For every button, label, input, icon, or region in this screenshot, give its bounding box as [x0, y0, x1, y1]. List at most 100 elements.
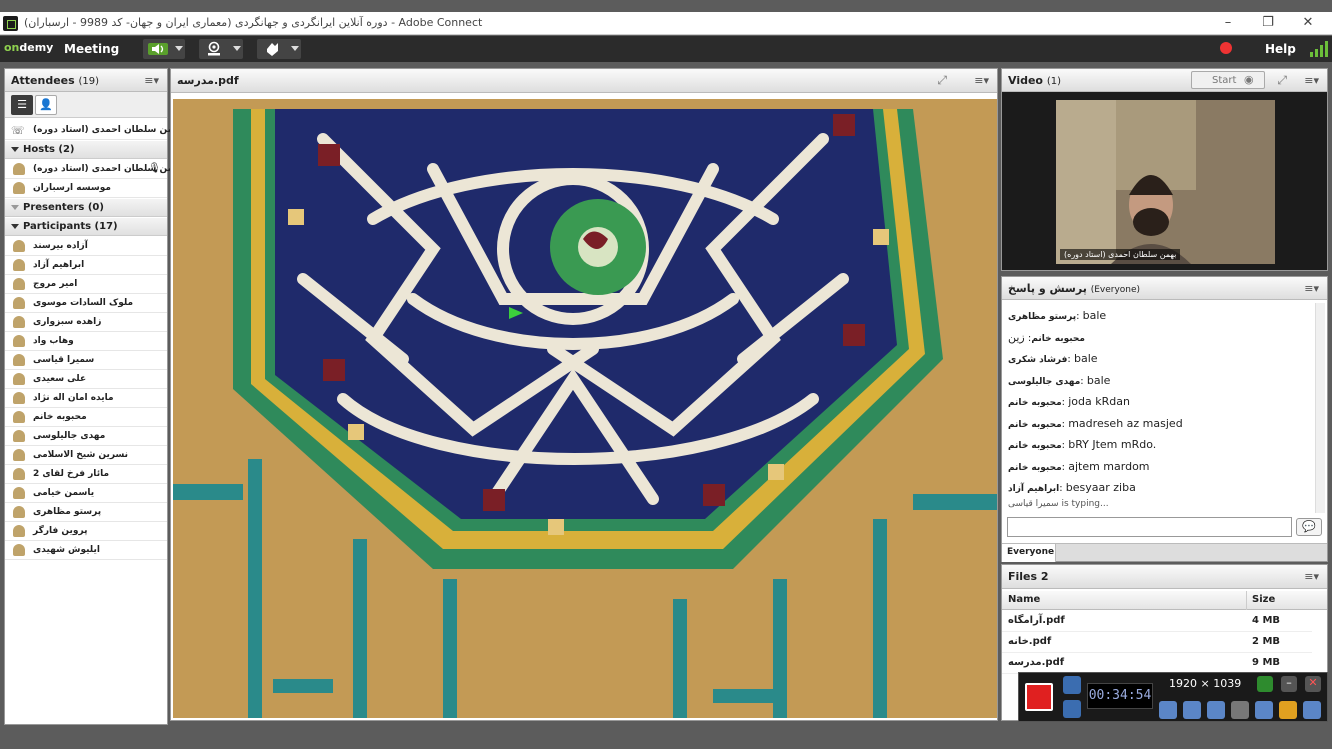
system-audio-icon[interactable]: [1159, 701, 1177, 719]
hosts-group[interactable]: Hosts (2): [5, 141, 167, 159]
participant-row[interactable]: وهاب واد: [5, 332, 167, 351]
chat-message: محبوبه خانم: ajtem mardom: [1008, 459, 1150, 473]
video-pod: Video (1) Start ◉ ⤢ ≡▾ بهمن سلطان احمدی …: [1001, 68, 1328, 271]
participant-row[interactable]: زاهده سبزواری: [5, 313, 167, 332]
chat-sender: پرستو مظاهری: [1008, 312, 1077, 322]
presenters-group[interactable]: Presenters (0): [5, 199, 167, 217]
participants-group[interactable]: Participants (17): [5, 218, 167, 236]
chat-text: زین: [1008, 330, 1025, 344]
chat-scope: (Everyone): [1090, 285, 1141, 295]
column-header-name[interactable]: Name: [1008, 594, 1040, 605]
list-view-icon[interactable]: ☰: [11, 95, 33, 115]
participant-name: ملوک السادات موسوی: [33, 298, 134, 308]
participant-user-icon: [13, 297, 25, 309]
everyone-tab[interactable]: Everyone: [1002, 544, 1056, 562]
participant-row[interactable]: امیر مروج: [5, 275, 167, 294]
settings-gear-icon[interactable]: [1303, 701, 1321, 719]
video-caption: بهمن سلطان احمدی (استاد دوره): [1060, 249, 1181, 260]
host-row[interactable]: بهمن سلطان احمدی (استاد دوره) 🎙: [5, 160, 183, 179]
close-recorder-icon[interactable]: ✕: [1305, 676, 1321, 692]
collapse-triangle-icon: [11, 224, 19, 229]
collapse-triangle-icon: [11, 205, 19, 210]
shared-document-stage[interactable]: [173, 99, 997, 718]
draw-pen-icon[interactable]: [1255, 701, 1273, 719]
participant-row[interactable]: یاسمن خیامی: [5, 484, 167, 503]
minimize-recorder-icon[interactable]: –: [1281, 676, 1297, 692]
pod-menu-icon[interactable]: ≡▾: [1304, 282, 1319, 295]
maximize-button[interactable]: ❐: [1258, 14, 1278, 32]
chat-scrollbar[interactable]: [1315, 303, 1325, 513]
send-message-icon[interactable]: 💬: [1296, 518, 1322, 536]
chat-title-text: پرسش و پاسخ: [1008, 282, 1087, 295]
pod-menu-icon[interactable]: ≡▾: [1304, 570, 1319, 583]
video-header: Video (1) Start ◉ ⤢ ≡▾: [1002, 69, 1327, 92]
chat-sender: ابراهیم آزاد: [1008, 484, 1060, 494]
file-row[interactable]: خانه.pdf 2 MB: [1002, 632, 1312, 653]
file-row[interactable]: مدرسه.pdf 9 MB: [1002, 653, 1312, 674]
minimize-button[interactable]: –: [1218, 14, 1238, 32]
participant-user-icon: [13, 335, 25, 347]
typing-indicator: سمیرا قیاسی is typing...: [1008, 499, 1109, 509]
connection-strength-icon: [1310, 41, 1328, 57]
participant-row[interactable]: آزاده بیرسند: [5, 237, 167, 256]
participant-row[interactable]: محبوبه خانم: [5, 408, 167, 427]
participant-row[interactable]: مائار فرخ لقای 2: [5, 465, 167, 484]
participant-name: سمیرا قیاسی: [33, 355, 95, 365]
raise-hand-button[interactable]: [257, 39, 301, 59]
participant-name: وهاب واد: [33, 336, 74, 346]
close-button[interactable]: ✕: [1298, 14, 1318, 32]
file-size: 2 MB: [1252, 636, 1281, 647]
participant-name: ایلیوش شهیدی: [33, 545, 100, 555]
participant-name: پروین فارگر: [33, 526, 88, 536]
start-webcam-button[interactable]: Start ◉: [1191, 71, 1265, 89]
participant-row[interactable]: سمیرا قیاسی: [5, 351, 167, 370]
window-titlebar: دوره آنلاین ایرانگردی و جهانگردی (معماری…: [0, 12, 1332, 35]
file-row[interactable]: آرامگاه.pdf 4 MB: [1002, 611, 1312, 632]
chat-text: bRY Jtem mRdo.: [1068, 438, 1157, 451]
adobe-connect-icon: [3, 16, 18, 31]
recording-indicator-icon[interactable]: [1220, 42, 1232, 54]
chat-sender: محبوبه خانم: [1008, 398, 1062, 408]
pod-menu-icon[interactable]: ≡▾: [1304, 74, 1319, 87]
chat-input[interactable]: [1007, 517, 1292, 537]
participant-row[interactable]: نسرین شیخ الاسلامی: [5, 446, 167, 465]
chat-message: ابراهیم آزاد: besyaar ziba: [1008, 481, 1136, 494]
my-status-row[interactable]: ☏ بهمن سلطان احمدی (استاد دوره): [5, 121, 183, 140]
pause-icon[interactable]: [1063, 700, 1081, 718]
webcam-button[interactable]: [199, 39, 243, 59]
attendees-title-text: Attendees: [11, 74, 75, 87]
participant-row[interactable]: ایلیوش شهیدی: [5, 541, 167, 560]
camera-snapshot-icon[interactable]: [1063, 676, 1081, 694]
fullscreen-icon[interactable]: ⤢: [1277, 73, 1287, 88]
participant-row[interactable]: ملوک السادات موسوی: [5, 294, 167, 313]
participant-row[interactable]: مهدی جالیلوسی: [5, 427, 167, 446]
host-row[interactable]: موسسه ارسباران: [5, 179, 167, 198]
participant-row[interactable]: پرستو مظاهری: [5, 503, 167, 522]
participant-row[interactable]: ابراهیم آزاد: [5, 256, 167, 275]
participant-row[interactable]: علی سعیدی: [5, 370, 167, 389]
meeting-menu[interactable]: Meeting: [64, 42, 119, 56]
column-header-size[interactable]: Size: [1252, 594, 1275, 605]
webcam-overlay-icon[interactable]: [1207, 701, 1225, 719]
chat-sender: محبوبه خانم: [1031, 333, 1085, 344]
logo-suffix: demy: [19, 41, 54, 54]
chat-message: محبوبه خانم: madreseh az masjed: [1008, 416, 1183, 430]
fullscreen-icon[interactable]: ⤢: [937, 73, 947, 88]
microphone-icon[interactable]: [1183, 701, 1201, 719]
chat-sender: محبوبه خانم: [1008, 419, 1062, 430]
participant-row[interactable]: پروین فارگر: [5, 522, 167, 541]
participant-row[interactable]: مایده امان اله نژاد: [5, 389, 167, 408]
expand-icon[interactable]: [1257, 676, 1273, 692]
participant-user-icon: [13, 259, 25, 271]
cursor-icon[interactable]: [1231, 701, 1249, 719]
record-stop-button[interactable]: [1025, 683, 1053, 711]
speaker-button[interactable]: [143, 39, 185, 59]
attendees-count: (19): [78, 76, 100, 87]
folder-icon[interactable]: [1279, 701, 1297, 719]
pod-menu-icon[interactable]: ≡▾: [974, 74, 989, 87]
help-menu[interactable]: Help: [1265, 42, 1296, 56]
participant-user-icon: [13, 316, 25, 328]
pod-menu-icon[interactable]: ≡▾: [144, 74, 159, 87]
status-view-icon[interactable]: 👤: [35, 95, 57, 115]
chat-text: madreseh az masjed: [1068, 416, 1183, 430]
